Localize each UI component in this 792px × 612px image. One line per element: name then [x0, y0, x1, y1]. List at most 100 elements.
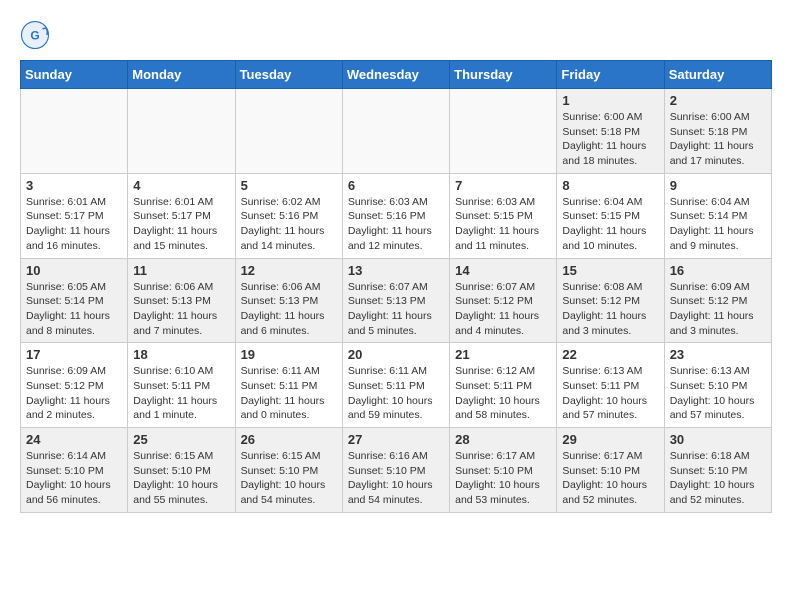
- day-number: 6: [348, 178, 444, 193]
- day-number: 14: [455, 263, 551, 278]
- day-number: 15: [562, 263, 658, 278]
- calendar-header-row: SundayMondayTuesdayWednesdayThursdayFrid…: [21, 61, 772, 89]
- calendar-week-row: 17 Sunrise: 6:09 AM Sunset: 5:12 PM Dayli…: [21, 343, 772, 428]
- calendar-cell: 20 Sunrise: 6:11 AM Sunset: 5:11 PM Dayli…: [342, 343, 449, 428]
- day-detail: Sunrise: 6:01 AM Sunset: 5:17 PM Dayligh…: [26, 195, 122, 254]
- day-number: 3: [26, 178, 122, 193]
- calendar-cell: 28Sunrise: 6:17 AM Sunset: 5:10 PM Dayli…: [450, 428, 557, 513]
- day-number: 8: [562, 178, 658, 193]
- logo: G: [20, 20, 54, 50]
- day-detail: Sunrise: 6:05 AM Sunset: 5:14 PM Dayligh…: [26, 280, 122, 339]
- day-detail: Sunrise: 6:15 AM Sunset: 5:10 PM Dayligh…: [133, 449, 229, 508]
- day-detail: Sunrise: 6:09 AM Sunset: 5:12 PM Dayligh…: [26, 364, 122, 423]
- calendar-cell: 13Sunrise: 6:07 AM Sunset: 5:13 PM Dayli…: [342, 258, 449, 343]
- day-number: 1: [562, 93, 658, 108]
- column-header-saturday: Saturday: [664, 61, 771, 89]
- calendar-cell: 27 Sunrise: 6:16 AM Sunset: 5:10 PM Dayli…: [342, 428, 449, 513]
- day-detail: Sunrise: 6:06 AM Sunset: 5:13 PM Dayligh…: [133, 280, 229, 339]
- calendar-cell: 8 Sunrise: 6:04 AM Sunset: 5:15 PM Daylig…: [557, 173, 664, 258]
- calendar-week-row: 3 Sunrise: 6:01 AM Sunset: 5:17 PM Daylig…: [21, 173, 772, 258]
- calendar-cell: [235, 89, 342, 174]
- day-detail: Sunrise: 6:04 AM Sunset: 5:14 PM Dayligh…: [670, 195, 766, 254]
- day-detail: Sunrise: 6:04 AM Sunset: 5:15 PM Dayligh…: [562, 195, 658, 254]
- calendar-cell: 25 Sunrise: 6:15 AM Sunset: 5:10 PM Dayli…: [128, 428, 235, 513]
- calendar-cell: 17 Sunrise: 6:09 AM Sunset: 5:12 PM Dayli…: [21, 343, 128, 428]
- day-detail: Sunrise: 6:02 AM Sunset: 5:16 PM Dayligh…: [241, 195, 337, 254]
- calendar-cell: 2 Sunrise: 6:00 AM Sunset: 5:18 PM Daylig…: [664, 89, 771, 174]
- calendar-week-row: 10 Sunrise: 6:05 AM Sunset: 5:14 PM Dayli…: [21, 258, 772, 343]
- calendar-cell: 23Sunrise: 6:13 AM Sunset: 5:10 PM Dayli…: [664, 343, 771, 428]
- calendar-cell: 6 Sunrise: 6:03 AM Sunset: 5:16 PM Daylig…: [342, 173, 449, 258]
- calendar-cell: 1 Sunrise: 6:00 AM Sunset: 5:18 PM Daylig…: [557, 89, 664, 174]
- day-detail: Sunrise: 6:13 AM Sunset: 5:10 PM Dayligh…: [670, 364, 766, 423]
- day-number: 10: [26, 263, 122, 278]
- day-number: 19: [241, 347, 337, 362]
- calendar-cell: 16 Sunrise: 6:09 AM Sunset: 5:12 PM Dayli…: [664, 258, 771, 343]
- day-detail: Sunrise: 6:10 AM Sunset: 5:11 PM Dayligh…: [133, 364, 229, 423]
- day-detail: Sunrise: 6:07 AM Sunset: 5:12 PM Dayligh…: [455, 280, 551, 339]
- calendar-cell: [450, 89, 557, 174]
- day-detail: Sunrise: 6:15 AM Sunset: 5:10 PM Dayligh…: [241, 449, 337, 508]
- day-number: 9: [670, 178, 766, 193]
- day-number: 24: [26, 432, 122, 447]
- calendar-cell: 15 Sunrise: 6:08 AM Sunset: 5:12 PM Dayli…: [557, 258, 664, 343]
- calendar-cell: 26 Sunrise: 6:15 AM Sunset: 5:10 PM Dayli…: [235, 428, 342, 513]
- day-detail: Sunrise: 6:01 AM Sunset: 5:17 PM Dayligh…: [133, 195, 229, 254]
- column-header-monday: Monday: [128, 61, 235, 89]
- day-detail: Sunrise: 6:12 AM Sunset: 5:11 PM Dayligh…: [455, 364, 551, 423]
- day-number: 11: [133, 263, 229, 278]
- day-number: 28: [455, 432, 551, 447]
- day-detail: Sunrise: 6:09 AM Sunset: 5:12 PM Dayligh…: [670, 280, 766, 339]
- calendar-cell: 19 Sunrise: 6:11 AM Sunset: 5:11 PM Dayli…: [235, 343, 342, 428]
- day-number: 7: [455, 178, 551, 193]
- day-number: 29: [562, 432, 658, 447]
- day-number: 18: [133, 347, 229, 362]
- day-number: 25: [133, 432, 229, 447]
- day-detail: Sunrise: 6:08 AM Sunset: 5:12 PM Dayligh…: [562, 280, 658, 339]
- day-detail: Sunrise: 6:00 AM Sunset: 5:18 PM Dayligh…: [562, 110, 658, 169]
- day-number: 16: [670, 263, 766, 278]
- calendar-cell: 10 Sunrise: 6:05 AM Sunset: 5:14 PM Dayli…: [21, 258, 128, 343]
- day-detail: Sunrise: 6:16 AM Sunset: 5:10 PM Dayligh…: [348, 449, 444, 508]
- calendar-cell: 9 Sunrise: 6:04 AM Sunset: 5:14 PM Daylig…: [664, 173, 771, 258]
- day-number: 2: [670, 93, 766, 108]
- calendar-cell: 30 Sunrise: 6:18 AM Sunset: 5:10 PM Dayli…: [664, 428, 771, 513]
- calendar-cell: 5Sunrise: 6:02 AM Sunset: 5:16 PM Daylig…: [235, 173, 342, 258]
- calendar-cell: 22Sunrise: 6:13 AM Sunset: 5:11 PM Dayli…: [557, 343, 664, 428]
- day-number: 26: [241, 432, 337, 447]
- day-number: 22: [562, 347, 658, 362]
- day-detail: Sunrise: 6:17 AM Sunset: 5:10 PM Dayligh…: [562, 449, 658, 508]
- day-number: 4: [133, 178, 229, 193]
- page-header: G: [20, 20, 772, 50]
- calendar-cell: 21 Sunrise: 6:12 AM Sunset: 5:11 PM Dayli…: [450, 343, 557, 428]
- calendar-table: SundayMondayTuesdayWednesdayThursdayFrid…: [20, 60, 772, 513]
- calendar-cell: 14 Sunrise: 6:07 AM Sunset: 5:12 PM Dayli…: [450, 258, 557, 343]
- day-number: 21: [455, 347, 551, 362]
- day-detail: Sunrise: 6:07 AM Sunset: 5:13 PM Dayligh…: [348, 280, 444, 339]
- day-detail: Sunrise: 6:03 AM Sunset: 5:15 PM Dayligh…: [455, 195, 551, 254]
- day-detail: Sunrise: 6:18 AM Sunset: 5:10 PM Dayligh…: [670, 449, 766, 508]
- day-detail: Sunrise: 6:14 AM Sunset: 5:10 PM Dayligh…: [26, 449, 122, 508]
- day-number: 27: [348, 432, 444, 447]
- column-header-tuesday: Tuesday: [235, 61, 342, 89]
- svg-text:G: G: [30, 29, 39, 43]
- calendar-cell: 7 Sunrise: 6:03 AM Sunset: 5:15 PM Daylig…: [450, 173, 557, 258]
- day-detail: Sunrise: 6:11 AM Sunset: 5:11 PM Dayligh…: [241, 364, 337, 423]
- day-detail: Sunrise: 6:00 AM Sunset: 5:18 PM Dayligh…: [670, 110, 766, 169]
- day-number: 30: [670, 432, 766, 447]
- column-header-sunday: Sunday: [21, 61, 128, 89]
- calendar-cell: [21, 89, 128, 174]
- day-number: 17: [26, 347, 122, 362]
- calendar-cell: 29 Sunrise: 6:17 AM Sunset: 5:10 PM Dayli…: [557, 428, 664, 513]
- day-detail: Sunrise: 6:03 AM Sunset: 5:16 PM Dayligh…: [348, 195, 444, 254]
- calendar-cell: 24 Sunrise: 6:14 AM Sunset: 5:10 PM Dayli…: [21, 428, 128, 513]
- column-header-friday: Friday: [557, 61, 664, 89]
- day-detail: Sunrise: 6:11 AM Sunset: 5:11 PM Dayligh…: [348, 364, 444, 423]
- day-number: 20: [348, 347, 444, 362]
- calendar-cell: 18 Sunrise: 6:10 AM Sunset: 5:11 PM Dayli…: [128, 343, 235, 428]
- day-number: 12: [241, 263, 337, 278]
- column-header-thursday: Thursday: [450, 61, 557, 89]
- calendar-week-row: 24 Sunrise: 6:14 AM Sunset: 5:10 PM Dayli…: [21, 428, 772, 513]
- calendar-week-row: 1 Sunrise: 6:00 AM Sunset: 5:18 PM Daylig…: [21, 89, 772, 174]
- column-header-wednesday: Wednesday: [342, 61, 449, 89]
